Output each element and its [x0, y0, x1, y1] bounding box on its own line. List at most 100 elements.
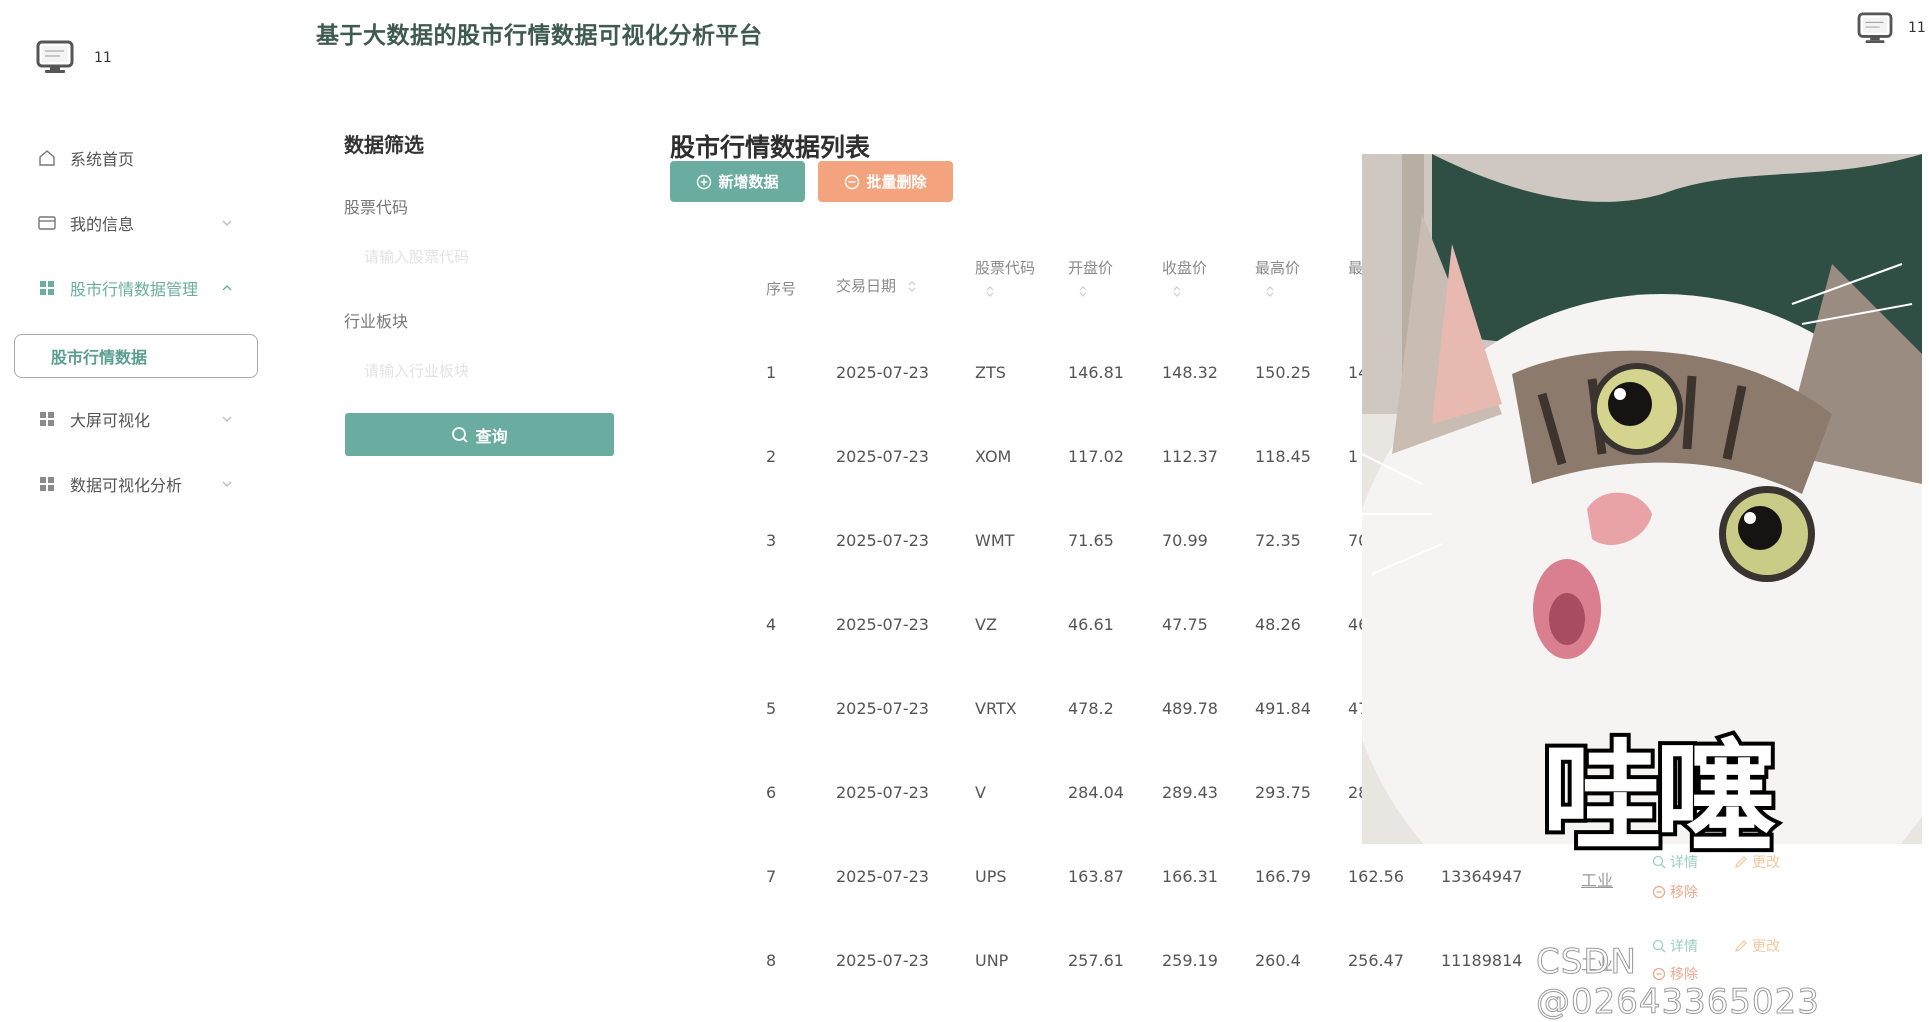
sector-input[interactable]	[344, 352, 614, 390]
cell-open: 46.61	[1068, 615, 1114, 634]
col-header-high[interactable]: 最高价	[1255, 257, 1300, 302]
sidebar-item-label: 我的信息	[70, 215, 135, 234]
brand-avatar	[36, 40, 74, 74]
cell-high: 48.26	[1255, 615, 1301, 634]
cell-no: 6	[766, 783, 777, 802]
cell-open: 478.2	[1068, 699, 1114, 718]
col-header-date[interactable]: 交易日期	[836, 275, 917, 296]
cell-code: VZ	[975, 615, 997, 634]
plus-circle-icon	[697, 174, 712, 189]
cell-low: 256.47	[1348, 951, 1404, 970]
sidebar-item-big-screen[interactable]: 大屏可视化	[36, 397, 262, 441]
sidebar-item-label: 股市行情数据管理	[70, 280, 199, 299]
cell-close: 289.43	[1162, 783, 1218, 802]
cell-close: 70.99	[1162, 531, 1208, 550]
brand-username: 11	[94, 50, 112, 66]
cell-open: 71.65	[1068, 531, 1114, 550]
col-header-low[interactable]: 最	[1348, 257, 1363, 278]
cell-date: 2025-07-23	[836, 531, 929, 550]
stock-code-input[interactable]	[344, 238, 614, 276]
sidebar-subitem-stock-data[interactable]: 股市行情数据	[14, 334, 258, 378]
col-header-label: 最	[1348, 259, 1364, 277]
cell-code: UPS	[975, 867, 1007, 886]
user-avatar[interactable]	[1857, 12, 1893, 44]
top-username[interactable]: 11	[1908, 20, 1926, 36]
sort-icon	[1173, 286, 1181, 297]
cell-high: 260.4	[1255, 951, 1301, 970]
cell-no: 1	[766, 363, 777, 382]
sidebar-item-stock-management[interactable]: 股市行情数据管理	[36, 266, 262, 310]
cell-close: 148.32	[1162, 363, 1218, 382]
sidebar-item-label: 大屏可视化	[70, 411, 151, 430]
sidebar-item-my-info[interactable]: 我的信息	[36, 201, 262, 245]
chevron-up-icon	[220, 280, 234, 294]
cell-high: 72.35	[1255, 531, 1301, 550]
cell-no: 5	[766, 699, 777, 718]
cell-no: 3	[766, 531, 777, 550]
batch-delete-label: 批量删除	[866, 173, 927, 191]
cell-high: 293.75	[1255, 783, 1311, 802]
sort-icon	[1266, 286, 1274, 297]
sort-icon	[1079, 286, 1087, 297]
cell-low: 162.56	[1348, 867, 1404, 886]
cell-open: 117.02	[1068, 447, 1124, 466]
col-header-no: 序号	[766, 280, 797, 298]
page-title: 基于大数据的股市行情数据可视化分析平台	[316, 23, 763, 49]
cell-no: 8	[766, 951, 777, 970]
col-header-code[interactable]: 股票代码	[975, 257, 1035, 302]
sort-icon	[908, 281, 916, 292]
filter-title: 数据筛选	[344, 133, 424, 157]
cell-date: 2025-07-23	[836, 447, 929, 466]
cell-date: 2025-07-23	[836, 615, 929, 634]
sector-label: 行业板块	[344, 312, 409, 331]
sidebar-item-home[interactable]: 系统首页	[36, 136, 262, 180]
cell-volume: 11189814	[1441, 951, 1523, 970]
cell-no: 7	[766, 867, 777, 886]
cell-code: ZTS	[975, 363, 1006, 382]
cell-close: 112.37	[1162, 447, 1218, 466]
sidebar-item-label: 系统首页	[70, 150, 135, 169]
cell-code: UNP	[975, 951, 1009, 970]
cell-high: 166.79	[1255, 867, 1311, 886]
cell-code: VRTX	[975, 699, 1017, 718]
cell-date: 2025-07-23	[836, 699, 929, 718]
col-header-label: 交易日期	[836, 277, 897, 295]
cell-close: 489.78	[1162, 699, 1218, 718]
chevron-down-icon	[220, 215, 234, 229]
sticker-caption: 哇噻	[1538, 725, 1780, 872]
chevron-down-icon	[220, 476, 234, 490]
list-title: 股市行情数据列表	[670, 133, 871, 162]
cell-open: 163.87	[1068, 867, 1124, 886]
batch-delete-button[interactable]: 批量删除	[818, 161, 953, 202]
sort-icon	[986, 286, 994, 297]
add-data-button[interactable]: 新增数据	[670, 161, 805, 202]
remove-label: 移除	[1670, 885, 1698, 901]
col-header-close[interactable]: 收盘价	[1162, 257, 1207, 302]
cell-high: 491.84	[1255, 699, 1311, 718]
stock-code-label: 股票代码	[344, 198, 409, 217]
watermark: CSDN @02643365023	[1536, 942, 1820, 1022]
col-header-label: 开盘价	[1068, 259, 1114, 277]
chevron-down-icon	[220, 411, 234, 425]
col-header-label: 股票代码	[975, 259, 1036, 277]
minus-circle-icon	[845, 174, 860, 189]
cell-no: 4	[766, 615, 777, 634]
add-data-label: 新增数据	[718, 173, 779, 191]
cell-code: XOM	[975, 447, 1012, 466]
card-icon	[36, 212, 58, 234]
sidebar-item-analysis[interactable]: 数据可视化分析	[36, 462, 262, 506]
col-header-label: 最高价	[1255, 259, 1301, 277]
home-icon	[36, 147, 58, 169]
search-button[interactable]: 查询	[345, 413, 614, 456]
cell-date: 2025-07-23	[836, 867, 929, 886]
col-header-label: 收盘价	[1162, 259, 1208, 277]
remove-button[interactable]: 移除	[1652, 882, 1698, 902]
col-header-open[interactable]: 开盘价	[1068, 257, 1113, 302]
cell-code: WMT	[975, 531, 1015, 550]
sidebar-item-label: 数据可视化分析	[70, 476, 183, 495]
cell-open: 284.04	[1068, 783, 1124, 802]
cell-code: V	[975, 783, 986, 802]
cell-close: 166.31	[1162, 867, 1218, 886]
cell-no: 2	[766, 447, 777, 466]
cell-volume: 13364947	[1441, 867, 1523, 886]
